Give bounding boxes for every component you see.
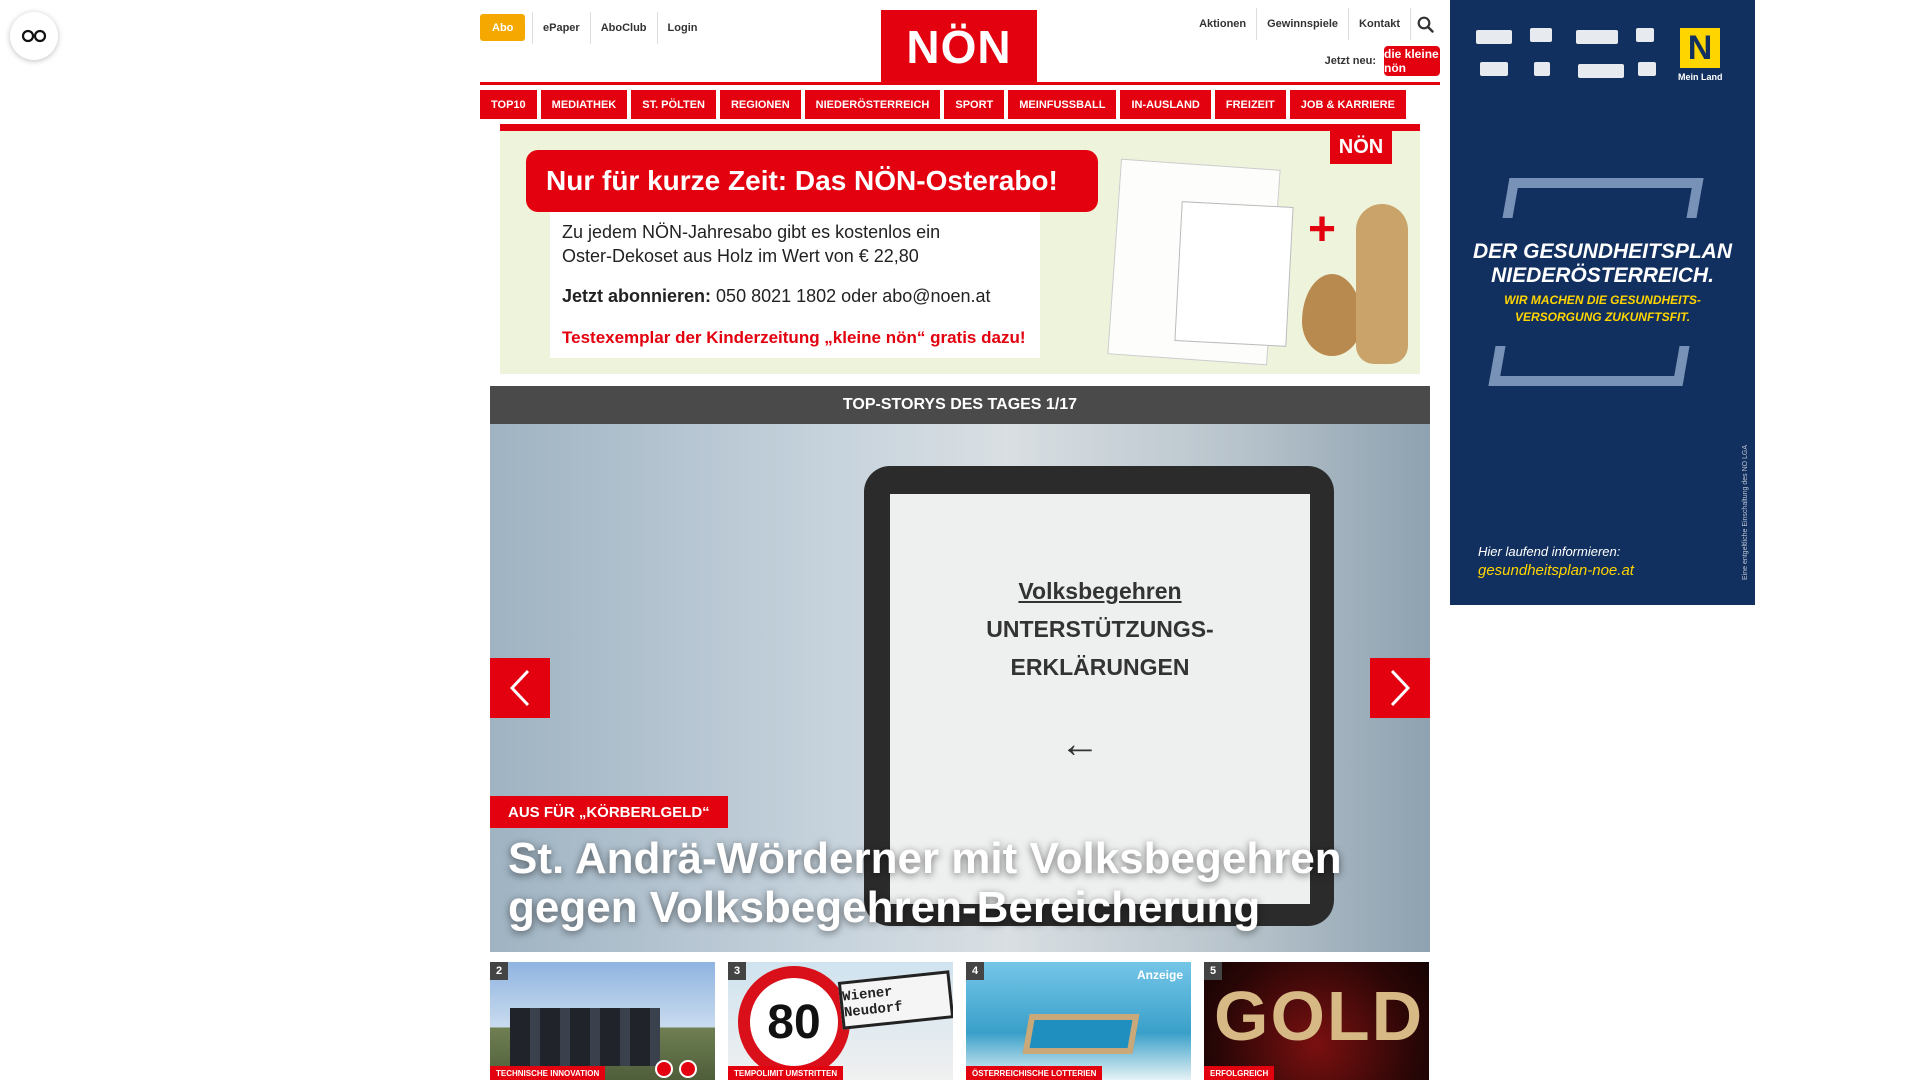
glasses-icon	[21, 29, 47, 43]
ad-badge: Anzeige	[1136, 968, 1183, 982]
nav-item-mediathek[interactable]: MEDIATHEK	[540, 90, 628, 119]
header-divider	[480, 82, 1440, 85]
carousel-header: TOP-STORYS DES TAGES 1/17	[490, 386, 1430, 424]
ad-footer: Testexemplar der Kinderzeitung „kleine n…	[562, 328, 1026, 347]
partner-logo	[1534, 62, 1550, 76]
partner-logo	[1530, 28, 1552, 42]
chevron-right-icon	[1390, 669, 1411, 707]
noen-logo[interactable]: NÖN	[881, 10, 1037, 83]
nav-item-niederoesterreich[interactable]: NIEDERÖSTERREICH	[804, 90, 941, 119]
side-ad-subtitle: WIR MACHEN DIE GESUNDHEITS- VERSORGUNG Z…	[1504, 293, 1701, 324]
main-column: Abo ePaper AboClub Login NÖN Aktionen Ge…	[480, 0, 1440, 1080]
story-thumb[interactable]: GOLD 5 ERFOLGREICH	[1204, 962, 1429, 1080]
story-number: 4	[966, 962, 984, 980]
town-sign: Wiener Neudorf	[837, 970, 953, 1030]
sign-arrow: ←	[1060, 722, 1100, 766]
aktionen-link[interactable]: Aktionen	[1189, 8, 1256, 40]
side-ad-disclaimer: Eine entgeltliche Einschaltung des NÖ LG…	[1742, 444, 1749, 580]
sign-text: Volksbegehren UNTERSTÜTZUNGS- ERKLÄRUNGE…	[900, 572, 1300, 686]
nav-item-meinfussball[interactable]: MEINFUSSBALL	[1008, 90, 1117, 119]
media-icons	[655, 1060, 697, 1078]
partner-logo	[1578, 64, 1624, 78]
top-links-right: Aktionen Gewinnspiele Kontakt	[1189, 8, 1440, 40]
chevron-left-icon	[509, 669, 530, 707]
story-number: 5	[1204, 962, 1222, 980]
top-links-left: ePaper AboClub Login	[532, 12, 707, 44]
story-tag: ERFOLGREICH	[1204, 1066, 1275, 1080]
frame-bottom-bracket	[1488, 346, 1690, 386]
kontakt-link[interactable]: Kontakt	[1348, 8, 1410, 40]
ad-text: Zu jedem NÖN-Jahresabo gibt es kostenlos…	[562, 222, 941, 266]
main-nav: TOP10 MEDIATHEK ST. PÖLTEN REGIONEN NIED…	[480, 90, 1440, 119]
story-tag: TECHNISCHE INNOVATION	[490, 1066, 606, 1080]
partner-logo	[1636, 28, 1654, 42]
partner-logo	[1576, 30, 1618, 44]
sign-title: Volksbegehren	[1018, 578, 1182, 604]
abo-button[interactable]: Abo	[480, 14, 526, 41]
pool-illustration	[1022, 1014, 1140, 1054]
ad-cta-label: Jetzt abonnieren:	[562, 286, 712, 306]
story-number: 3	[728, 962, 746, 980]
kids-newspaper-image	[1174, 201, 1294, 347]
gesundheitsplan-side-ad[interactable]: N Mein Land DER GESUNDHEITSPLAN NIEDERÖS…	[1450, 0, 1755, 605]
frame-top-bracket	[1502, 178, 1704, 218]
kleine-noen-logo[interactable]: die kleine nön	[1384, 46, 1440, 76]
carousel-prev-button[interactable]	[490, 658, 550, 718]
sign-line-2: ERKLÄRUNGEN	[1010, 654, 1190, 680]
nav-item-freizeit[interactable]: FREIZEIT	[1214, 90, 1286, 119]
easter-bunny-image	[1356, 204, 1408, 364]
ad-headline: Nur für kurze Zeit: Das NÖN-Osterabo!	[526, 150, 1098, 212]
story-thumb[interactable]: 4 Anzeige ÖSTERREICHISCHE LOTTERIEN	[966, 962, 1191, 1080]
nav-item-sport[interactable]: SPORT	[944, 90, 1005, 119]
aboclub-link[interactable]: AboClub	[589, 12, 657, 44]
gallery-icon	[655, 1060, 673, 1078]
mein-land-label: Mein Land	[1678, 72, 1723, 82]
story-thumb[interactable]: 2 TECHNISCHE INNOVATION	[490, 962, 715, 1080]
jetzt-neu-promo: Jetzt neu: die kleine nön	[1325, 46, 1440, 76]
plus-sign: +	[1308, 203, 1337, 256]
noe-land-logo: N	[1680, 28, 1720, 68]
story-tag: TEMPOLIMIT UMSTRITTEN	[728, 1066, 844, 1080]
accessibility-button[interactable]	[10, 12, 58, 60]
ad-noen-logo: NÖN	[1330, 130, 1392, 164]
story-tag: ÖSTERREICHISCHE LOTTERIEN	[966, 1066, 1103, 1080]
login-link[interactable]: Login	[656, 12, 708, 44]
partner-logo	[1480, 62, 1508, 76]
nav-item-top10[interactable]: TOP10	[480, 90, 537, 119]
side-ad-info: Hier laufend informieren:	[1478, 544, 1621, 559]
nav-item-job-karriere[interactable]: JOB & KARRIERE	[1289, 90, 1406, 119]
story-thumbnails: 2 TECHNISCHE INNOVATION 80 Wiener Neudor…	[490, 962, 1430, 1080]
video-icon	[679, 1060, 697, 1078]
side-ad-title: DER GESUNDHEITSPLAN NIEDERÖSTERREICH.	[1472, 240, 1733, 287]
ad-cta: Jetzt abonnieren: 050 8021 1802 oder abo…	[562, 286, 991, 307]
gold-letters: GOLD	[1214, 977, 1425, 1055]
top-stories-carousel: TOP-STORYS DES TAGES 1/17 Volksbegehren …	[490, 386, 1430, 952]
epaper-link[interactable]: ePaper	[532, 12, 590, 44]
osterabo-ad-banner[interactable]: Nur für kurze Zeit: Das NÖN-Osterabo! Zu…	[500, 124, 1420, 374]
sign-line-1: UNTERSTÜTZUNGS-	[986, 616, 1214, 642]
nav-item-st-poelten[interactable]: ST. PÖLTEN	[631, 90, 716, 119]
partner-logo	[1638, 62, 1656, 76]
story-thumb[interactable]: 80 Wiener Neudorf 3 TEMPOLIMIT UMSTRITTE…	[728, 962, 953, 1080]
search-icon[interactable]	[1410, 8, 1440, 40]
speed-limit-sign: 80	[738, 966, 850, 1078]
side-ad-url[interactable]: gesundheitsplan-noe.at	[1478, 562, 1634, 579]
nav-item-in-ausland[interactable]: IN-AUSLAND	[1120, 90, 1211, 119]
easter-egg-image	[1302, 274, 1362, 356]
top-bar: Abo ePaper AboClub Login NÖN Aktionen Ge…	[480, 0, 1440, 83]
group-photo	[510, 1008, 660, 1066]
carousel-next-button[interactable]	[1370, 658, 1430, 718]
ad-cta-contact: 050 8021 1802 oder abo@noen.at	[716, 286, 991, 306]
story-number: 2	[490, 962, 508, 980]
jetzt-neu-label: Jetzt neu:	[1324, 55, 1376, 67]
story-headline[interactable]: St. Andrä-Wörderner mit Volksbegehren ge…	[508, 834, 1388, 932]
ad-top-stripe	[500, 124, 1420, 131]
nav-item-regionen[interactable]: REGIONEN	[719, 90, 801, 119]
gewinnspiele-link[interactable]: Gewinnspiele	[1256, 8, 1348, 40]
partner-logo	[1476, 30, 1512, 44]
carousel-slide[interactable]: Volksbegehren UNTERSTÜTZUNGS- ERKLÄRUNGE…	[490, 424, 1430, 952]
story-kicker: AUS FÜR „KÖRBERLGELD“	[490, 796, 728, 828]
